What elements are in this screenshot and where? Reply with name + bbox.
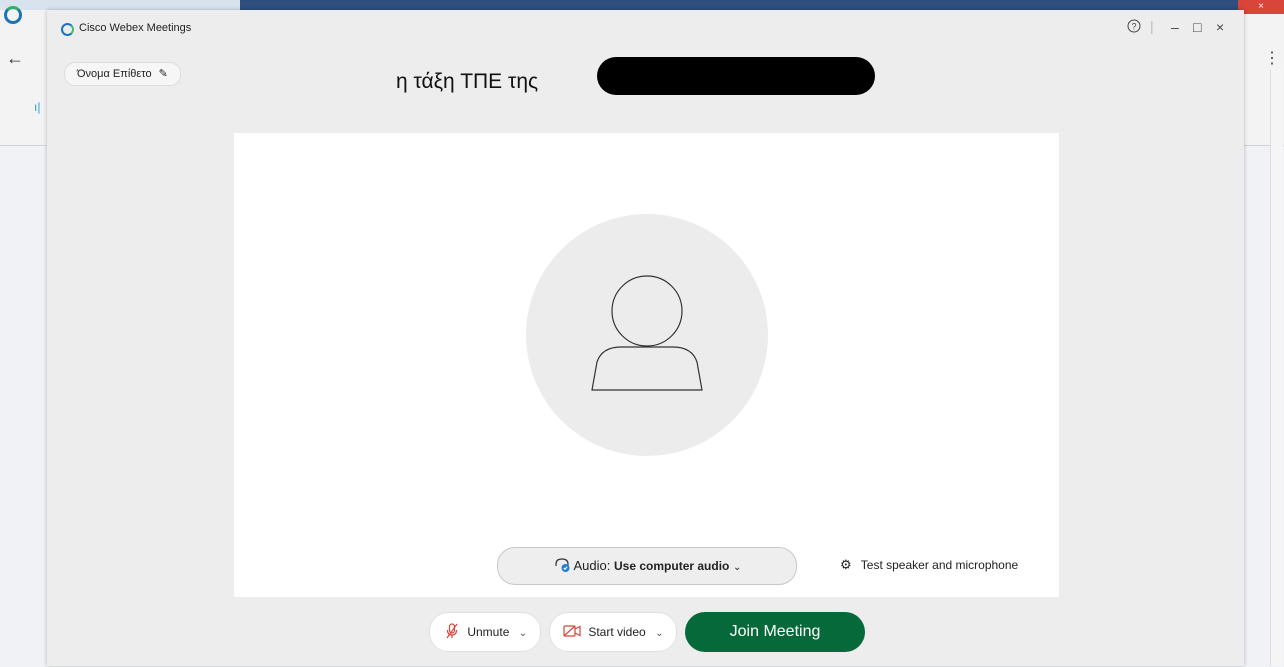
audio-selector[interactable]: Audio: Use computer audio ⌄: [497, 547, 797, 585]
start-video-button[interactable]: Start video ⌄: [549, 612, 677, 652]
test-label: Test speaker and microphone: [860, 558, 1019, 572]
display-name: Όνομα Επίθετο: [77, 68, 152, 80]
redaction-bar: [597, 57, 875, 95]
browser-menu-icon[interactable]: ⋮: [1264, 48, 1280, 68]
headset-icon: [553, 558, 574, 573]
pencil-icon: ✎: [158, 68, 168, 80]
chevron-down-icon[interactable]: ⌄: [655, 628, 663, 639]
webex-logo-icon: [61, 23, 74, 36]
title-separator: |: [1150, 18, 1154, 34]
browser-close-button[interactable]: ×: [1238, 0, 1284, 14]
gear-icon: ⚙: [840, 557, 852, 572]
browser-tab-strip: [240, 0, 1240, 10]
cisco-logo-icon: ı|: [34, 100, 41, 114]
minimize-button[interactable]: –: [1171, 19, 1179, 35]
browser-scrollbar[interactable]: [1270, 70, 1283, 666]
chevron-down-icon[interactable]: ⌄: [519, 628, 527, 639]
meeting-title: η τάξη ΤΠΕ της: [396, 70, 539, 93]
maximize-button[interactable]: □: [1193, 19, 1201, 35]
unmute-label: Unmute: [467, 625, 510, 639]
browser-back-icon[interactable]: ←: [6, 48, 24, 69]
svg-text:?: ?: [1131, 22, 1136, 32]
webex-preview-window: Cisco Webex Meetings ? | – □ × Όνομα Επί…: [47, 10, 1244, 666]
audio-value: Use computer audio: [614, 559, 730, 573]
microphone-muted-icon: [446, 623, 461, 639]
video-preview-area: Audio: Use computer audio ⌄ ⚙ Test speak…: [234, 133, 1059, 597]
join-meeting-button[interactable]: Join Meeting: [685, 612, 865, 652]
avatar: [526, 214, 768, 456]
person-icon: [591, 275, 703, 391]
video-off-icon: [563, 625, 584, 639]
help-icon[interactable]: ?: [1127, 19, 1141, 36]
start-video-label: Start video: [588, 625, 646, 639]
webex-taskbar-icon: [4, 6, 22, 24]
title-bar: Cisco Webex Meetings ? | – □ ×: [47, 10, 1244, 48]
test-speaker-microphone-link[interactable]: ⚙ Test speaker and microphone: [840, 557, 1018, 573]
unmute-button[interactable]: Unmute ⌄: [429, 612, 541, 652]
display-name-chip[interactable]: Όνομα Επίθετο ✎: [64, 62, 181, 86]
app-title: Cisco Webex Meetings: [79, 22, 192, 34]
chevron-down-icon: ⌄: [733, 562, 742, 573]
audio-label: Audio:: [573, 558, 611, 573]
close-button[interactable]: ×: [1216, 19, 1224, 35]
